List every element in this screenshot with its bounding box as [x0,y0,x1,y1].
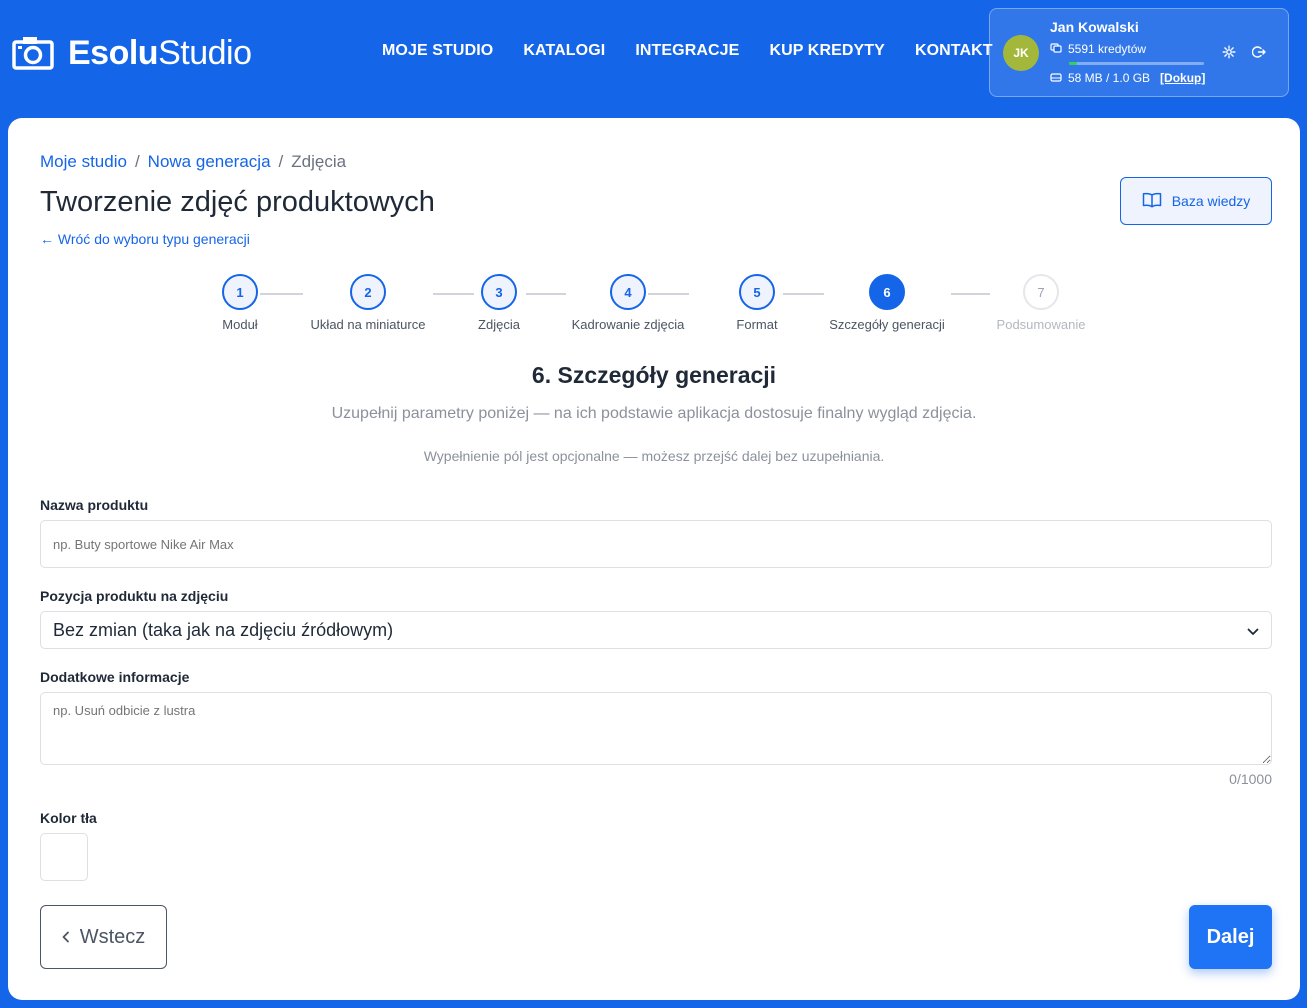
step-label: Szczegóły generacji [829,317,945,332]
section-note: Wypełnienie pól jest opcjonalne — możesz… [423,448,885,464]
step-number: 3 [481,274,517,310]
back-button[interactable]: Wstecz [40,905,167,969]
step-label: Zdjęcia [478,317,520,332]
section-title: 6. Szczegóły generacji [531,362,777,388]
page-title: Tworzenie zdjęć produktowych [40,186,435,218]
nav-integracje[interactable]: INTEGRACJE [635,42,739,60]
main-nav: MOJE STUDIO KATALOGI INTEGRACJE KUP KRED… [382,42,993,60]
breadcrumb-moje-studio[interactable]: Moje studio [40,152,127,172]
step-6[interactable]: 6 Szczegóły generacji [797,274,977,332]
avatar[interactable]: JK [1003,35,1039,71]
bg-color-picker[interactable] [40,833,88,881]
main-card: Moje studio / Nowa generacja / Zdjęcia T… [8,118,1300,1000]
credits-row: 5591 kredytów [1050,42,1146,56]
step-number: 6 [869,274,905,310]
bg-color-label: Kolor tła [40,810,97,826]
logout-icon[interactable] [1251,45,1266,64]
back-to-type-link[interactable]: ← Wróć do wyboru typu generacji [40,231,250,247]
position-select[interactable]: Bez zmian (taka jak na zdjęciu źródłowym… [40,611,1272,649]
back-button-label: Wstecz [79,925,146,948]
step-label: Moduł [222,317,258,332]
storage-progress-bar [1069,62,1204,65]
chevron-left-icon [62,926,70,949]
breadcrumb-nowa-generacja[interactable]: Nowa generacja [148,152,271,172]
knowledge-base-button[interactable]: Baza wiedzy [1120,177,1272,225]
nav-moje-studio[interactable]: MOJE STUDIO [382,42,493,60]
stepper: 1 Moduł 2 Układ na miniaturce 3 Zdjęcia … [8,274,1300,334]
camera-icon [12,36,54,70]
logo-bold: Esolu [68,34,159,72]
step-label: Podsumowanie [996,317,1086,332]
nav-kup-kredyty[interactable]: KUP KREDYTY [769,42,885,60]
storage-usage: 58 MB / 1.0 GB [1068,71,1151,85]
additional-info-textarea[interactable] [40,692,1272,765]
coins-icon [1050,42,1062,56]
breadcrumb-current: Zdjęcia [291,152,347,171]
book-icon [1142,192,1162,211]
user-card: JK Jan Kowalski 5591 kredytów 58 MB / 1.… [989,8,1289,97]
nav-katalogi[interactable]: KATALOGI [523,42,605,60]
char-counter: 0/1000 [1229,771,1272,787]
nav-kontakt[interactable]: KONTAKT [915,42,993,60]
product-name-input[interactable] [40,520,1272,568]
storage-progress-fill [1069,62,1078,65]
breadcrumb-separator: / [278,152,284,171]
step-label: Format [736,317,778,332]
logo-light: Studio [158,34,252,72]
next-button[interactable]: Dalej [1189,905,1272,969]
step-number: 5 [739,274,775,310]
step-number: 2 [350,274,386,310]
topup-link[interactable]: [Dokup] [1160,71,1205,85]
step-number: 7 [1023,274,1059,310]
credits-count: 5591 kredytów [1068,42,1147,56]
additional-info-label: Dodatkowe informacje [40,669,190,685]
user-name: Jan Kowalski [1050,19,1139,35]
chevron-down-icon [1247,620,1259,641]
product-name-label: Nazwa produktu [40,497,149,513]
user-actions [1222,45,1266,64]
top-header: EsoluStudio MOJE STUDIO KATALOGI INTEGRA… [0,0,1307,108]
logo-text: EsoluStudio [68,34,252,72]
knowledge-base-label: Baza wiedzy [1171,193,1251,209]
gear-icon[interactable] [1222,45,1236,64]
position-selected-value: Bez zmian (taka jak na zdjęciu źródłowym… [53,619,394,640]
step-number: 1 [222,274,258,310]
logo[interactable]: EsoluStudio [12,34,252,72]
position-label: Pozycja produktu na zdjęciu [40,588,229,604]
storage-row: 58 MB / 1.0 GB [Dokup] [1050,71,1205,85]
drive-icon [1050,71,1062,85]
step-7: 7 Podsumowanie [951,274,1131,332]
step-number: 4 [610,274,646,310]
section-subtitle: Uzupełnij parametry poniżej — na ich pod… [331,405,977,422]
breadcrumb: Moje studio / Nowa generacja / Zdjęcia [40,152,346,172]
breadcrumb-separator: / [134,152,140,171]
